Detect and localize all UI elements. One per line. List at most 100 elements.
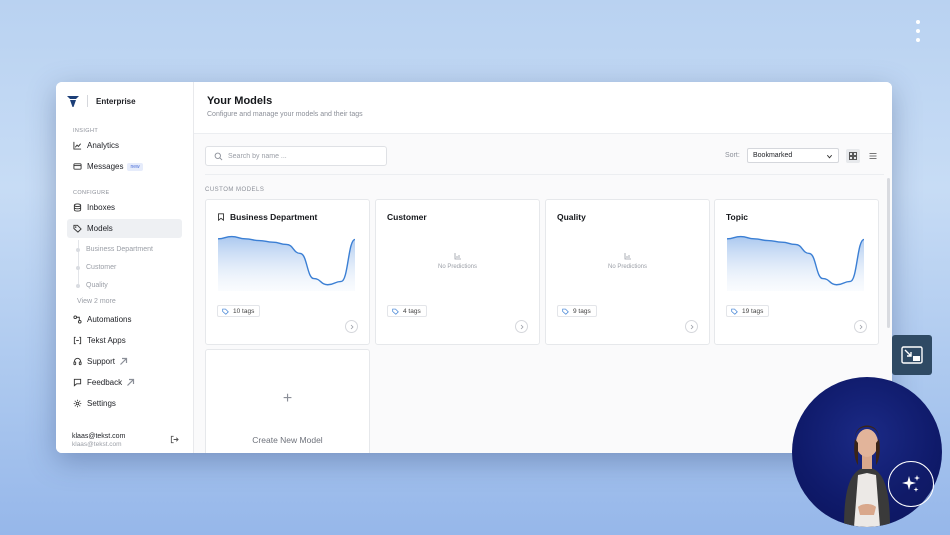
user-email-secondary: klaas@tekst.com [72,441,122,448]
chart-icon [454,253,461,260]
page-header: Your Models Configure and manage your mo… [194,82,892,134]
model-card-quality[interactable]: Quality No Predictions 9 tags [545,199,710,345]
open-model-button[interactable] [515,320,528,333]
section-title-custom-models: CUSTOM MODELS [205,187,265,193]
bookmark-icon[interactable] [217,213,225,221]
plus-icon: + [282,390,293,407]
tag-icon [222,308,229,315]
no-predictions: No Predictions [376,252,539,270]
chevron-right-icon [859,324,863,329]
chart-icon [624,253,631,260]
pip-icon [901,346,923,364]
scrollbar[interactable] [887,178,890,328]
sidebar-subitem-customer[interactable]: Customer [76,258,193,276]
sparkles-icon [902,475,920,492]
sidebar-subitem-quality[interactable]: Quality [76,276,193,294]
sidebar-item-analytics[interactable]: Analytics [67,136,182,155]
model-card-business-department[interactable]: Business Department 10 tags [205,199,370,345]
brand[interactable]: Enterprise [56,82,193,120]
open-model-button[interactable] [685,320,698,333]
open-model-button[interactable] [854,320,867,333]
sort-value: Bookmarked [753,152,793,159]
sidebar-item-messages[interactable]: Messages new [67,157,182,176]
grid-view-button[interactable] [846,149,860,163]
automation-icon [73,315,82,324]
card-title-text: Business Department [230,212,318,222]
tag-count: 19 tags [742,307,764,315]
view-more-link[interactable]: View 2 more [56,294,193,308]
brackets-icon [73,336,82,345]
sidebar-item-label: Tekst Apps [87,336,126,345]
create-model-card[interactable]: + Create New Model [205,349,370,453]
model-card-customer[interactable]: Customer No Predictions 4 tags [375,199,540,345]
section-label-configure: CONFIGURE [73,190,110,196]
sidebar-item-feedback[interactable]: Feedback [67,373,182,392]
sidebar-item-automations[interactable]: Automations [67,310,182,329]
page-title: Your Models [207,95,273,107]
model-card-topic[interactable]: Topic 19 tags [714,199,879,345]
tag-count: 4 tags [403,307,421,315]
trend-sparkline [727,235,864,291]
sidebar-item-label: Inboxes [87,203,116,212]
sidebar-item-label: Settings [87,399,116,408]
sidebar-subitem-business-department[interactable]: Business Department [76,240,193,258]
sidebar-item-inboxes[interactable]: Inboxes [67,198,182,217]
chevron-right-icon [690,324,694,329]
no-predictions-text: No Predictions [607,264,648,270]
brand-separator [87,95,88,107]
chevron-down-icon [826,154,833,159]
open-model-button[interactable] [345,320,358,333]
sidebar-item-tekst-apps[interactable]: Tekst Apps [67,331,182,350]
logout-icon[interactable] [170,435,179,444]
card-title-text: Topic [726,212,749,222]
tags-icon [73,224,82,233]
tag-count-chip: 4 tags [387,305,427,317]
search-box[interactable] [205,146,387,166]
user-profile[interactable]: klaas@tekst.com klaas@tekst.com [72,433,181,453]
sort-dropdown[interactable]: Bookmarked [747,148,839,163]
create-model-label: Create New Model [252,435,323,445]
external-link-icon [120,357,128,365]
models-sublist: Business Department Customer Quality [56,240,193,294]
section-label-insight: INSIGHT [73,128,99,134]
more-options-icon[interactable] [914,20,922,42]
feedback-icon [73,378,82,387]
card-title: Quality [557,212,586,222]
card-title-text: Customer [387,212,427,222]
headset-icon [73,357,82,366]
card-title: Topic [726,212,748,222]
tag-count: 10 tags [233,307,255,315]
search-input[interactable] [228,152,378,160]
user-email: klaas@tekst.com [72,433,126,440]
external-link-icon [127,378,135,386]
tag-count-chip: 10 tags [217,305,261,317]
sidebar-item-models[interactable]: Models [67,219,182,238]
chart-icon [73,141,82,150]
card-title-text: Quality [557,212,586,222]
list-icon [869,153,877,159]
sidebar-item-support[interactable]: Support [67,352,182,371]
card-title: Customer [387,212,427,222]
chevron-right-icon [350,324,354,329]
no-predictions: No Predictions [546,252,709,270]
grid-icon [849,152,857,160]
divider [205,174,884,175]
sidebar-item-label: Feedback [87,378,123,387]
app-window: Enterprise INSIGHT Analytics Messages ne… [56,82,892,453]
brand-name: Enterprise [96,96,136,106]
trend-sparkline [218,235,355,291]
new-badge: new [127,162,143,171]
chevron-right-icon [520,324,524,329]
no-predictions-text: No Predictions [437,264,478,270]
tag-count-chip: 9 tags [557,305,597,317]
ai-assistant-button[interactable] [888,461,934,507]
messages-icon [73,163,82,170]
brand-logo-icon [67,96,79,107]
list-view-button[interactable] [866,149,880,163]
gear-icon [73,399,82,408]
sidebar-item-settings[interactable]: Settings [67,394,182,413]
sidebar-item-label: Automations [87,315,132,324]
sort-label: Sort: [725,152,740,159]
toolbar: Sort: Bookmarked [194,134,892,176]
picture-in-picture-button[interactable] [892,335,932,375]
